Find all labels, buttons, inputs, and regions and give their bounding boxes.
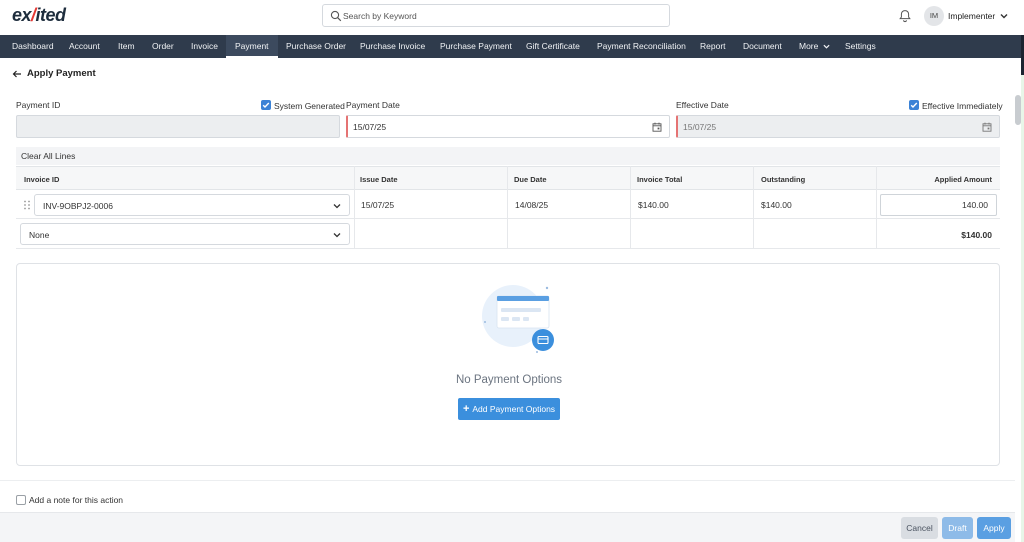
lines-table-header: Invoice ID Issue Date Due Date Invoice T… [16, 166, 1000, 190]
app-logo[interactable]: ex/ited [12, 5, 66, 26]
nav-gift-certificate[interactable]: Gift Certificate [525, 35, 581, 58]
due-date-cell: 14/08/25 [515, 200, 549, 210]
nav-settings[interactable]: Settings [844, 35, 877, 58]
check-icon [262, 102, 270, 109]
invoice-id-value: INV-9OBPJ2-0006 [43, 201, 113, 211]
add-note-checkbox[interactable] [16, 495, 26, 505]
search-input[interactable] [343, 8, 663, 24]
column-divider [354, 166, 355, 249]
divider [0, 480, 1015, 481]
total-applied-amount: $140.00 [961, 230, 992, 240]
nav-document[interactable]: Document [742, 35, 783, 58]
outstanding-cell: $140.00 [761, 200, 792, 210]
issue-date-cell: 15/07/25 [361, 200, 395, 210]
column-divider [507, 166, 508, 249]
nav-item[interactable]: Item [117, 35, 136, 58]
effective-date-label: Effective Date [676, 100, 729, 110]
invoice-id-select[interactable]: INV-9OBPJ2-0006 [34, 194, 350, 216]
effective-immediately-label: Effective Immediately [922, 101, 1003, 111]
nav-payment[interactable]: Payment [226, 35, 278, 58]
top-bar: ex/ited IM Implementer [0, 0, 1024, 35]
nav-invoice[interactable]: Invoice [190, 35, 219, 58]
nav-order[interactable]: Order [151, 35, 175, 58]
chevron-down-icon [333, 204, 341, 209]
nav-account[interactable]: Account [68, 35, 101, 58]
invoice-total-cell: $140.00 [638, 200, 669, 210]
empty-state-text: No Payment Options [455, 374, 563, 386]
drag-handle-icon[interactable] [23, 200, 31, 210]
apply-button[interactable]: Apply [977, 517, 1011, 539]
payment-date-value: 15/07/25 [353, 122, 387, 132]
check-icon [910, 102, 918, 109]
nav-dashboard[interactable]: Dashboard [11, 35, 55, 58]
payment-date-field[interactable]: 15/07/25 [346, 115, 670, 138]
add-payment-options-label: Add Payment Options [472, 404, 556, 414]
effective-date-value: 15/07/25 [683, 122, 717, 132]
chevron-down-icon[interactable] [1000, 12, 1008, 20]
chevron-down-icon [333, 233, 341, 238]
empty-card-illustration-icon [482, 285, 554, 353]
main-nav: Dashboard Account Item Order Invoice Pay… [0, 35, 1021, 58]
calendar-icon [982, 122, 992, 132]
search-icon [330, 10, 342, 22]
col-invoice-id: Invoice ID [24, 175, 60, 184]
applied-amount-input[interactable]: 140.00 [880, 194, 997, 216]
nav-purchase-payment[interactable]: Purchase Payment [439, 35, 513, 58]
effective-immediately-checkbox[interactable] [909, 100, 919, 110]
nav-more[interactable]: More [798, 35, 831, 58]
draft-button[interactable]: Draft [942, 517, 973, 539]
nav-more-label: More [799, 41, 819, 51]
payment-date-label: Payment Date [346, 100, 400, 110]
payment-options-panel: No Payment Options + Add Payment Options [16, 263, 1000, 466]
back-arrow-icon[interactable] [12, 69, 22, 79]
column-divider [630, 166, 631, 249]
col-due-date: Due Date [514, 175, 547, 184]
lines-toolbar: Clear All Lines [16, 147, 1000, 165]
nav-purchase-invoice[interactable]: Purchase Invoice [359, 35, 426, 58]
clear-all-lines-button[interactable]: Clear All Lines [21, 151, 75, 161]
avatar[interactable]: IM [924, 6, 944, 26]
nav-purchase-order[interactable]: Purchase Order [285, 35, 347, 58]
effective-date-field: 15/07/25 [676, 115, 1000, 138]
page-title: Apply Payment [27, 68, 96, 79]
column-divider [876, 166, 877, 249]
add-payment-options-button[interactable]: + Add Payment Options [458, 398, 560, 420]
scrollbar-thumb[interactable] [1015, 95, 1021, 125]
new-invoice-select[interactable]: None [20, 223, 350, 245]
scrollbar-track[interactable] [1015, 58, 1021, 542]
nav-payment-reconciliation[interactable]: Payment Reconciliation [596, 35, 687, 58]
payment-id-label: Payment ID [16, 100, 61, 110]
calendar-icon[interactable] [652, 122, 662, 132]
column-divider [753, 166, 754, 249]
cancel-button[interactable]: Cancel [901, 517, 938, 539]
bell-icon[interactable] [898, 9, 912, 23]
new-invoice-value: None [29, 230, 50, 240]
plus-icon: + [462, 403, 470, 415]
add-note-label: Add a note for this action [29, 495, 124, 505]
chevron-down-icon [823, 45, 830, 49]
col-outstanding: Outstanding [761, 175, 806, 184]
col-issue-date: Issue Date [360, 175, 398, 184]
col-applied-amount: Applied Amount [934, 175, 992, 184]
payment-id-field [16, 115, 340, 138]
system-generated-checkbox[interactable] [261, 100, 271, 110]
system-generated-label: System Generated [274, 101, 345, 111]
nav-report[interactable]: Report [699, 35, 727, 58]
search-box[interactable] [322, 4, 670, 27]
col-invoice-total: Invoice Total [637, 175, 683, 184]
footer-bar [0, 512, 1015, 542]
user-name[interactable]: Implementer [948, 11, 995, 21]
